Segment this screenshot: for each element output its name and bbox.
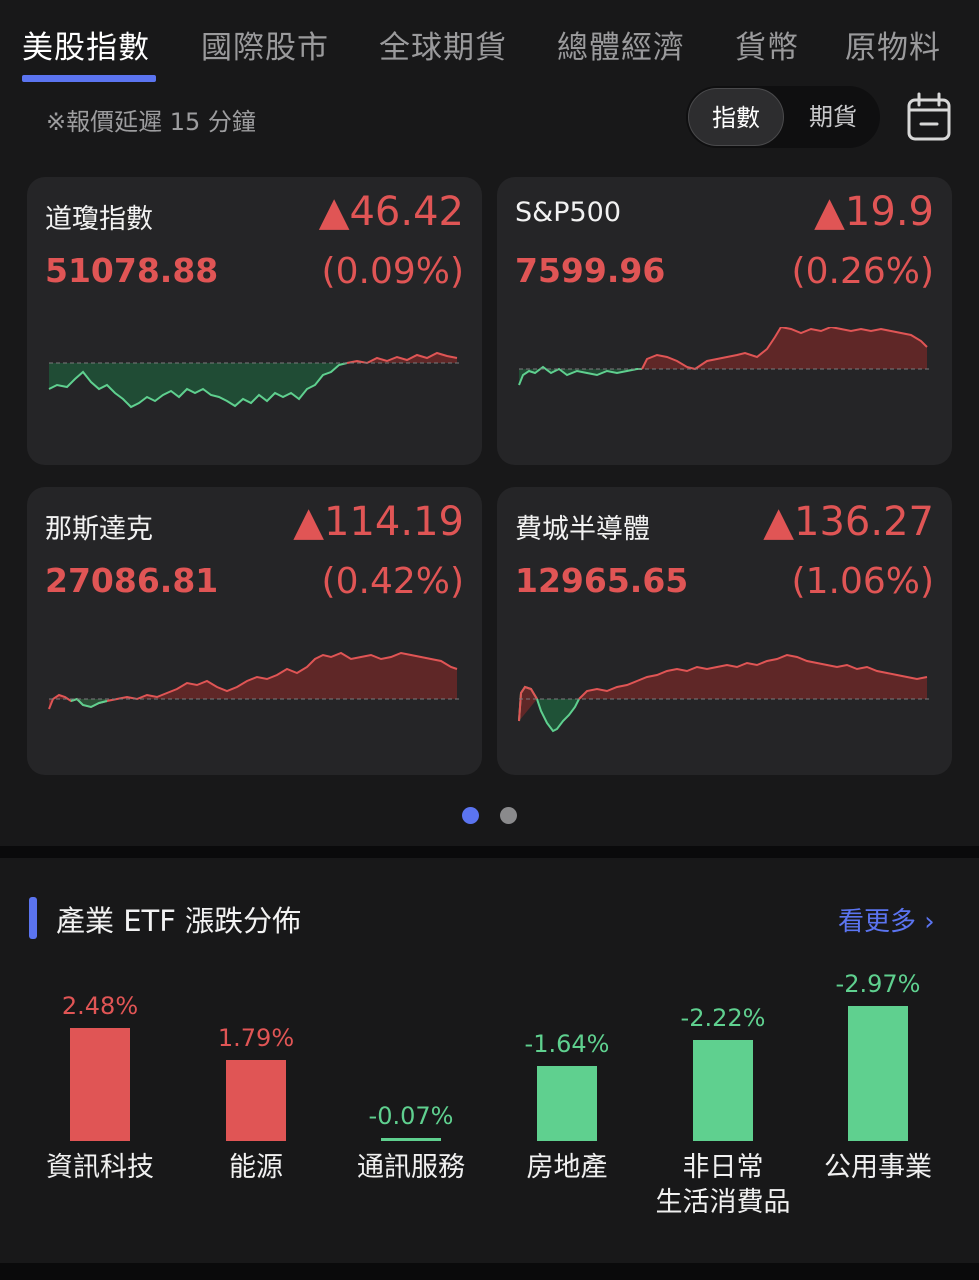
etf-bar (693, 1040, 753, 1141)
section-title: 產業 ETF 漲跌分佈 (56, 904, 302, 938)
index-card-sp500[interactable]: S&P500 ▲19.9 7599.96 (0.26%) (497, 177, 952, 465)
index-card-nasdaq[interactable]: 那斯達克 ▲114.19 27086.81 (0.42%) (27, 487, 482, 775)
toggle-futures[interactable]: 期貨 (788, 88, 878, 146)
etf-item[interactable]: -0.07% 通訊服務 (336, 960, 486, 1230)
index-price: 12965.65 (515, 561, 689, 600)
etf-bar (381, 1138, 441, 1141)
index-price: 51078.88 (45, 251, 219, 290)
tab-global-futures[interactable]: 全球期貨 (379, 22, 507, 67)
index-change: ▲114.19 (293, 499, 464, 545)
sparkline-chart (518, 653, 930, 733)
page-dot[interactable] (500, 807, 517, 824)
quote-delay-note: ※報價延遲 15 分鐘 (46, 108, 256, 136)
index-price: 7599.96 (515, 251, 666, 290)
index-name: S&P500 (515, 197, 622, 228)
index-change: ▲46.42 (318, 189, 464, 235)
etf-label: 能源 (229, 1152, 283, 1183)
page-indicator (0, 807, 979, 825)
index-change: ▲19.9 (814, 189, 934, 235)
etf-item[interactable]: 1.79% 能源 (181, 960, 331, 1230)
etf-value: -2.22% (680, 1004, 766, 1032)
etf-bar (848, 1006, 908, 1141)
etf-value: -1.64% (524, 1030, 610, 1058)
section-divider (0, 846, 979, 858)
index-change-percent: (0.26%) (791, 251, 934, 292)
etf-value: -0.07% (368, 1102, 454, 1130)
sparkline-chart (48, 651, 460, 710)
etf-bar (537, 1066, 597, 1141)
index-change-percent: (1.06%) (791, 561, 934, 602)
index-change-percent: (0.09%) (321, 251, 464, 292)
etf-item[interactable]: -1.64% 房地產 (492, 960, 642, 1230)
index-futures-toggle: 指數 期貨 (686, 86, 880, 148)
etf-value: -2.97% (835, 970, 921, 998)
sparkline-chart (48, 351, 460, 409)
calendar-icon[interactable] (906, 92, 952, 142)
etf-value: 1.79% (217, 1024, 295, 1052)
tab-us-indices[interactable]: 美股指數 (22, 22, 150, 67)
etf-label: 資訊科技 (46, 1152, 154, 1183)
tab-currency[interactable]: 貨幣 (735, 22, 799, 67)
market-tabs: 美股指數 國際股市 全球期貨 總體經濟 貨幣 原物料 (0, 0, 979, 86)
section-accent-bar (29, 897, 37, 939)
index-name: 費城半導體 (515, 514, 650, 545)
see-more-link[interactable]: 看更多 › (838, 901, 935, 938)
index-name: 道瓊指數 (45, 204, 153, 235)
index-change: ▲136.27 (763, 499, 934, 545)
tab-commodities[interactable]: 原物料 (845, 22, 941, 67)
etf-label: 通訊服務 (357, 1152, 465, 1183)
index-change-percent: (0.42%) (321, 561, 464, 602)
etf-value: 2.48% (61, 992, 139, 1020)
etf-item[interactable]: -2.97% 公用事業 (803, 960, 953, 1230)
index-name: 那斯達克 (45, 514, 153, 545)
tab-macro-economy[interactable]: 總體經濟 (557, 22, 685, 67)
etf-item[interactable]: -2.22% 非日常 生活消費品 (648, 960, 798, 1230)
etf-label: 房地產 (526, 1152, 608, 1183)
index-card-dow[interactable]: 道瓊指數 ▲46.42 51078.88 (0.09%) (27, 177, 482, 465)
tab-intl-stocks[interactable]: 國際股市 (201, 22, 329, 67)
toggle-index[interactable]: 指數 (688, 88, 784, 146)
etf-item[interactable]: 2.48% 資訊科技 (25, 960, 175, 1230)
etf-bar (226, 1060, 286, 1141)
etf-label: 非日常 生活消費品 (655, 1152, 791, 1218)
etf-bar (70, 1028, 130, 1141)
sparkline-chart (518, 327, 930, 386)
bottom-divider (0, 1263, 979, 1280)
index-price: 27086.81 (45, 561, 219, 600)
etf-label: 公用事業 (824, 1152, 932, 1183)
page-dot-active[interactable] (462, 807, 479, 824)
active-tab-indicator (22, 75, 156, 82)
index-card-sox[interactable]: 費城半導體 ▲136.27 12965.65 (1.06%) (497, 487, 952, 775)
